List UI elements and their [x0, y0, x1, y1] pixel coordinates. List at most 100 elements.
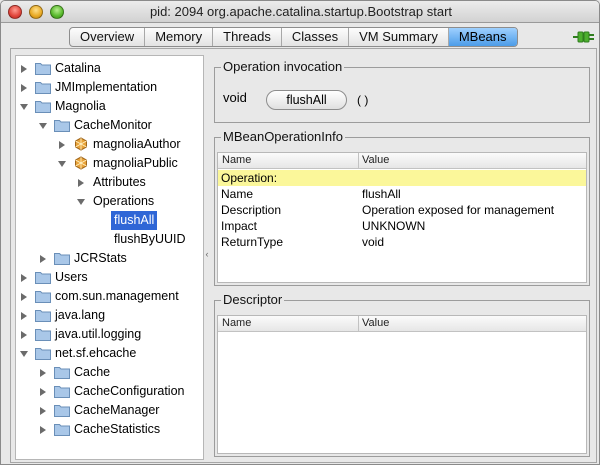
- row-name: Impact: [221, 219, 258, 233]
- folder-icon: [35, 291, 51, 303]
- expand-arrow-icon[interactable]: [59, 141, 65, 149]
- invoke-operation-button[interactable]: flushAll: [266, 90, 347, 110]
- expand-arrow-icon[interactable]: [40, 407, 46, 415]
- connection-plug-icon[interactable]: [573, 29, 595, 45]
- expand-arrow-icon[interactable]: [21, 65, 27, 73]
- tree-item-com-sun-management[interactable]: com.sun.management: [16, 287, 203, 306]
- tree-item-label: JCRStats: [74, 251, 127, 265]
- tab-mbeans[interactable]: MBeans: [448, 28, 517, 46]
- tree-item-label: com.sun.management: [55, 289, 179, 303]
- column-divider[interactable]: [358, 316, 359, 332]
- expand-arrow-icon[interactable]: [21, 84, 27, 92]
- tree-item-cache-configuration[interactable]: CacheConfiguration: [16, 382, 203, 401]
- expand-arrow-icon[interactable]: [21, 293, 27, 301]
- tree-item-operations[interactable]: Operations: [16, 192, 203, 211]
- tree-item-cache-statistics[interactable]: CacheStatistics: [16, 420, 203, 439]
- tree-item-cachemonitor[interactable]: CacheMonitor: [16, 116, 203, 135]
- expand-arrow-icon[interactable]: [40, 426, 46, 434]
- mbean-icon: [75, 137, 87, 151]
- tree-item-label: flushByUUID: [114, 232, 186, 246]
- expand-arrow-icon[interactable]: [21, 331, 27, 339]
- folder-icon: [35, 348, 51, 360]
- tree-item-label: Operations: [93, 194, 155, 208]
- group-title: Operation invocation: [221, 59, 345, 74]
- tree-item-net-sf-ehcache[interactable]: net.sf.ehcache: [16, 344, 203, 363]
- column-header-name[interactable]: Name: [222, 154, 251, 166]
- tree-item-label: CacheMonitor: [74, 118, 152, 132]
- row-value: UNKNOWN: [362, 219, 426, 233]
- operation-info-group: MBeanOperationInfo Name Value Operation:…: [214, 129, 590, 286]
- folder-icon: [35, 329, 51, 341]
- tree-item-label: Catalina: [55, 61, 101, 75]
- folder-icon: [35, 63, 51, 75]
- collapse-arrow-icon[interactable]: [39, 123, 47, 129]
- table-row[interactable]: ReturnType void: [218, 234, 586, 250]
- tree-item-flushbyuuid[interactable]: flushByUUID: [16, 230, 203, 249]
- collapse-arrow-icon[interactable]: [58, 161, 66, 167]
- folder-icon: [35, 82, 51, 94]
- tree-item-label: Cache: [74, 365, 111, 379]
- tab-bar: Overview Memory Threads Classes VM Summa…: [1, 24, 599, 48]
- folder-icon: [54, 386, 70, 398]
- descriptor-table[interactable]: Name Value: [217, 315, 587, 454]
- app-window: pid: 2094 org.apache.catalina.startup.Bo…: [0, 0, 600, 465]
- parameters-label: ( ): [357, 93, 369, 107]
- tab-vm-summary[interactable]: VM Summary: [349, 28, 449, 46]
- expand-arrow-icon[interactable]: [21, 312, 27, 320]
- tree-item-label: CacheConfiguration: [74, 384, 185, 398]
- tree-item-cache-manager[interactable]: CacheManager: [16, 401, 203, 420]
- table-section-row[interactable]: Operation:: [218, 170, 586, 186]
- tree-item-magnolia-public[interactable]: magnoliaPublic: [16, 154, 203, 173]
- tree-item-label: Attributes: [93, 175, 146, 189]
- expand-arrow-icon[interactable]: [40, 369, 46, 377]
- tree-item-magnolia[interactable]: Magnolia: [16, 97, 203, 116]
- expand-arrow-icon[interactable]: [40, 388, 46, 396]
- mbean-icon: [75, 156, 87, 170]
- collapse-arrow-icon[interactable]: [20, 104, 28, 110]
- split-pane-divider[interactable]: ‹: [204, 249, 210, 259]
- tree-item-jcrstats[interactable]: JCRStats: [16, 249, 203, 268]
- tree-item-users[interactable]: Users: [16, 268, 203, 287]
- tree-item-jmimplementation[interactable]: JMImplementation: [16, 78, 203, 97]
- operation-invocation-group: Operation invocation void flushAll ( ): [214, 59, 590, 123]
- tree-item-label: JMImplementation: [55, 80, 158, 94]
- tab-classes[interactable]: Classes: [282, 28, 350, 46]
- tree-item-cache[interactable]: Cache: [16, 363, 203, 382]
- folder-icon: [35, 101, 51, 113]
- collapse-arrow-icon[interactable]: [77, 199, 85, 205]
- tab-threads[interactable]: Threads: [213, 28, 282, 46]
- tree-item-label: flushAll: [111, 211, 158, 230]
- expand-arrow-icon[interactable]: [40, 255, 46, 263]
- tree-item-catalina[interactable]: Catalina: [16, 59, 203, 78]
- table-row[interactable]: Impact UNKNOWN: [218, 218, 586, 234]
- column-header-name[interactable]: Name: [222, 317, 251, 329]
- tree-item-label: net.sf.ehcache: [55, 346, 137, 360]
- table-row[interactable]: Name flushAll: [218, 186, 586, 202]
- tab-memory[interactable]: Memory: [145, 28, 214, 46]
- tree-item-java-lang[interactable]: java.lang: [16, 306, 203, 325]
- title-bar: pid: 2094 org.apache.catalina.startup.Bo…: [1, 1, 599, 23]
- row-value: flushAll: [362, 187, 401, 201]
- tree-item-java-util-logging[interactable]: java.util.logging: [16, 325, 203, 344]
- tree-item-label: java.lang: [55, 308, 106, 322]
- tree-item-attributes[interactable]: Attributes: [16, 173, 203, 192]
- tree-item-label: Users: [55, 270, 88, 284]
- column-divider[interactable]: [358, 153, 359, 169]
- table-row[interactable]: Description Operation exposed for manage…: [218, 202, 586, 218]
- return-type-label: void: [223, 90, 247, 105]
- tab-overview[interactable]: Overview: [70, 28, 146, 46]
- tree-item-magnolia-author[interactable]: magnoliaAuthor: [16, 135, 203, 154]
- tree-item-label: CacheManager: [74, 403, 160, 417]
- tree-item-label: CacheStatistics: [74, 422, 161, 436]
- tree-item-flushall[interactable]: flushAll: [16, 211, 203, 230]
- column-header-value[interactable]: Value: [362, 317, 389, 329]
- operation-info-table[interactable]: Name Value Operation: Name flushAll Desc…: [217, 152, 587, 283]
- folder-icon: [54, 424, 70, 436]
- expand-arrow-icon[interactable]: [78, 179, 84, 187]
- mbean-tree[interactable]: Catalina JMImplementation Magnolia Cache…: [15, 55, 204, 460]
- collapse-arrow-icon[interactable]: [20, 351, 28, 357]
- window-title: pid: 2094 org.apache.catalina.startup.Bo…: [149, 4, 453, 19]
- descriptor-group: Descriptor Name Value: [214, 292, 590, 457]
- expand-arrow-icon[interactable]: [21, 274, 27, 282]
- column-header-value[interactable]: Value: [362, 154, 389, 166]
